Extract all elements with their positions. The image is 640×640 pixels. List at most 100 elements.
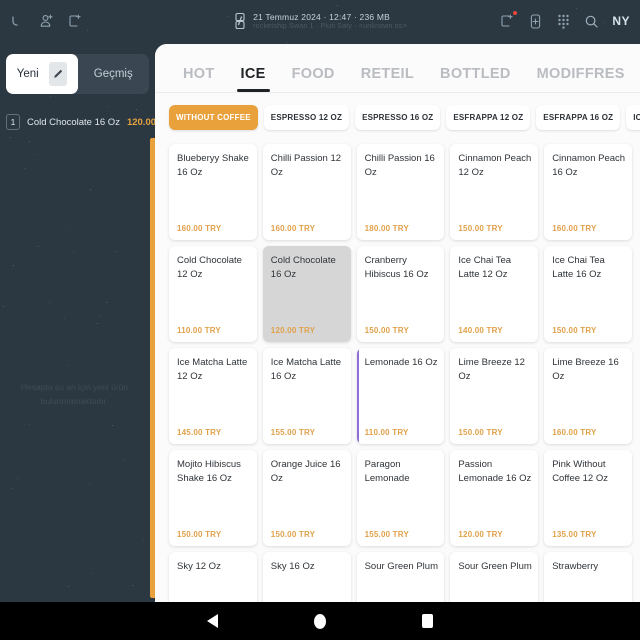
- nav-back-button[interactable]: [207, 614, 218, 628]
- chip-espresso-16-oz[interactable]: ESPRESSO 16 OZ: [355, 105, 441, 130]
- product-card[interactable]: Paragon Lemonade 155.00 TRY: [356, 450, 445, 546]
- product-card[interactable]: Ice Chai Tea Latte 16 Oz 150.00 TRY: [544, 246, 632, 342]
- line-item-name: Cold Chocolate 16 Oz: [27, 116, 120, 128]
- product-card[interactable]: Orange Juice 16 Oz 150.00 TRY: [262, 450, 351, 546]
- product-card[interactable]: Sky 16 Oz: [262, 552, 351, 602]
- product-card[interactable]: Mojito Hibiscus Shake 16 Oz 150.00 TRY: [169, 450, 257, 546]
- product-name: Ice Matcha Latte 16 Oz: [270, 357, 342, 382]
- product-name: Cinnamon Peach 12 Oz: [458, 153, 532, 178]
- nav-home-button[interactable]: [314, 613, 326, 629]
- product-price: 150.00 TRY: [177, 530, 222, 539]
- product-name: Chilli Passion 12 Oz: [270, 153, 342, 178]
- product-name: Ice Chai Tea Latte 12 Oz: [458, 255, 512, 280]
- product-price: 150.00 TRY: [270, 530, 316, 539]
- product-card[interactable]: Passion Lemonade 16 Oz 120.00 TRY: [450, 450, 539, 546]
- chip-esfrappa-16-oz[interactable]: ESFRAPPA 16 OZ: [536, 105, 621, 130]
- line-item-qty: 1: [6, 114, 20, 130]
- product-name: Blueberyy Shake 16 Oz: [177, 153, 249, 178]
- tab-food[interactable]: FOOD: [280, 66, 347, 92]
- subcategory-chip-bar: WITHOUT COFFEE ESPRESSO 12 OZ ESPRESSO 16 …: [155, 93, 640, 140]
- product-name: Lime Breeze 16 Oz: [552, 357, 619, 382]
- add-device-icon[interactable]: [528, 13, 543, 30]
- back-arrow-icon[interactable]: [10, 13, 26, 29]
- product-card[interactable]: Chilli Passion 12 Oz 160.00 TRY: [262, 144, 351, 240]
- tab-bottled[interactable]: BOTTLED: [428, 66, 523, 92]
- sidebar-tab-gecmis[interactable]: Geçmiş: [78, 54, 150, 94]
- product-card[interactable]: Lime Breeze 12 Oz 150.00 TRY: [450, 348, 539, 444]
- product-name: Sour Green Plum: [364, 561, 438, 572]
- product-price: 160.00 TRY: [552, 428, 597, 437]
- tab-hot[interactable]: HOT: [171, 66, 227, 92]
- sidebar-tab-yeni[interactable]: Yeni: [6, 54, 78, 94]
- session-subtitle: rocketship Swan 1 · Pluti Saty · <unknow…: [253, 23, 407, 30]
- tab-modiffres[interactable]: MODIFFRES: [525, 66, 637, 92]
- empty-note-line-2: bulunmamaktadır.: [40, 396, 109, 406]
- exit-door-icon[interactable]: [67, 13, 83, 29]
- product-price: 110.00 TRY: [364, 428, 409, 437]
- product-card[interactable]: Cinnamon Peach 12 Oz 150.00 TRY: [450, 144, 539, 240]
- search-icon[interactable]: [584, 14, 599, 29]
- product-card[interactable]: Cold Chocolate 16 Oz 120.00 TRY: [262, 246, 351, 342]
- chip-ice-cream-milkshake[interactable]: ICE CREAM&MILKSHAKE: [626, 105, 640, 130]
- product-card[interactable]: Strawberry: [544, 552, 632, 602]
- chip-esfrappa-12-oz[interactable]: ESFRAPPA 12 OZ: [446, 105, 531, 130]
- product-card[interactable]: Ice Chai Tea Latte 12 Oz 140.00 TRY: [450, 246, 539, 342]
- product-name: Orange Juice 16 Oz: [270, 459, 341, 484]
- session-title: 21 Temmuz 2024 · 12:47 · 236 MB: [253, 12, 391, 22]
- product-name: Lime Breeze 12 Oz: [458, 357, 525, 382]
- pencil-icon[interactable]: [48, 62, 67, 86]
- product-name: Sky 12 Oz: [177, 561, 221, 572]
- product-price: 150.00 TRY: [552, 326, 597, 335]
- product-card[interactable]: Ice Matcha Latte 16 Oz 155.00 TRY: [262, 348, 351, 444]
- product-name: Cinnamon Peach 16 Oz: [552, 153, 626, 178]
- order-line-item[interactable]: 1 Cold Chocolate 16 Oz 120.00 TRY: [6, 114, 177, 130]
- product-card[interactable]: Cranberry Hibiscus 16 Oz 150.00 TRY: [356, 246, 445, 342]
- product-panel: HOT ICE FOOD RETEIL BOTTLED MODIFFRES WITHOUT…: [155, 44, 640, 604]
- category-tab-bar: HOT ICE FOOD RETEIL BOTTLED MODIFFRES: [155, 44, 640, 92]
- product-card[interactable]: Lime Breeze 16 Oz 160.00 TRY: [544, 348, 632, 444]
- sidebar-tab-yeni-label: Yeni: [16, 68, 39, 80]
- product-price: 135.00 TRY: [552, 530, 597, 539]
- product-card[interactable]: Pink Without Coffee 12 Oz 135.00 TRY: [544, 450, 632, 546]
- product-card[interactable]: Sky 12 Oz: [169, 552, 257, 602]
- product-price: 110.00 TRY: [177, 326, 221, 335]
- nav-recents-button[interactable]: [422, 614, 433, 628]
- product-name: Chilli Passion 16 Oz: [364, 153, 435, 178]
- product-price: 150.00 TRY: [458, 428, 503, 437]
- product-price: 145.00 TRY: [177, 428, 222, 437]
- sidebar-tab-group: Yeni Geçmiş: [6, 54, 149, 94]
- chip-espresso-12-oz[interactable]: ESPRESSO 12 OZ: [263, 105, 350, 130]
- product-name: Sky 16 Oz: [270, 561, 315, 572]
- exit-door-alert-icon[interactable]: [499, 11, 518, 29]
- product-name: Ice Matcha Latte 12 Oz: [177, 357, 248, 382]
- product-card[interactable]: Blueberyy Shake 16 Oz 160.00 TRY: [169, 144, 257, 240]
- sidebar-tab-gecmis-label: Geçmiş: [93, 68, 133, 80]
- tab-ice[interactable]: ICE: [229, 66, 278, 92]
- product-card[interactable]: Ice Matcha Latte 12 Oz 145.00 TRY: [169, 348, 257, 444]
- apps-grid-icon[interactable]: [556, 13, 571, 30]
- product-name: Ice Chai Tea Latte 16 Oz: [552, 255, 605, 280]
- product-grid: Blueberyy Shake 16 Oz 160.00 TRY Chilli Pa…: [169, 144, 632, 602]
- product-card[interactable]: Cinnamon Peach 16 Oz 160.00 TRY: [544, 144, 632, 240]
- chip-without-coffee[interactable]: WITHOUT COFFEE: [169, 105, 258, 130]
- product-name: Strawberry: [552, 561, 599, 572]
- product-price: 140.00 TRY: [458, 326, 503, 335]
- product-price: 120.00 TRY: [270, 326, 316, 335]
- product-card[interactable]: Sour Green Plum: [356, 552, 445, 602]
- product-price: 160.00 TRY: [270, 224, 316, 233]
- add-person-icon[interactable]: [38, 13, 55, 30]
- product-card[interactable]: Sour Green Plum: [450, 552, 539, 602]
- alert-badge-dot: [513, 11, 518, 15]
- product-price: 160.00 TRY: [552, 224, 597, 233]
- sidebar-empty-note: Hesapta şu an için yeni ürün bulunmamakt…: [0, 380, 149, 408]
- product-card[interactable]: Chilli Passion 16 Oz 180.00 TRY: [356, 144, 445, 240]
- tab-reteil[interactable]: RETEIL: [349, 66, 426, 92]
- product-grid-scroll[interactable]: Blueberyy Shake 16 Oz 160.00 TRY Chilli Pa…: [155, 140, 640, 602]
- user-initials[interactable]: NY: [612, 14, 630, 28]
- product-card[interactable]: Lemonade 16 Oz 110.00 TRY: [356, 348, 445, 444]
- product-name: Cold Chocolate 16 Oz: [270, 255, 336, 280]
- product-name: Lemonade 16 Oz: [364, 357, 438, 368]
- device-icon: [233, 12, 247, 30]
- product-card[interactable]: Cold Chocolate 12 Oz 110.00 TRY: [169, 246, 257, 342]
- top-bar: 21 Temmuz 2024 · 12:47 · 236 MB rocketsh…: [0, 0, 640, 42]
